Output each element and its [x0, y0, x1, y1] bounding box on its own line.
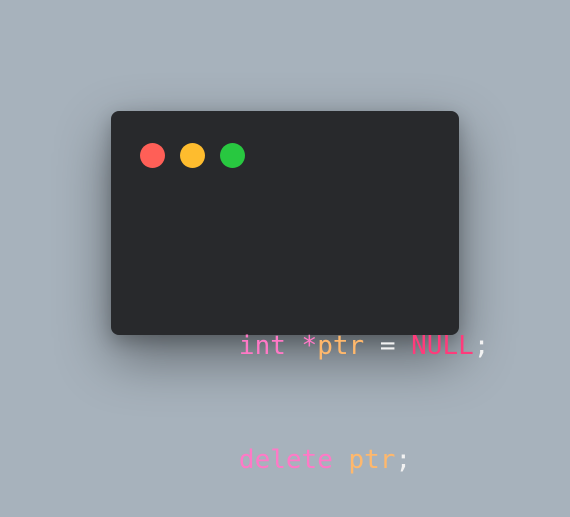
code-line-1: int *ptr = NULL; [145, 289, 490, 361]
code-block: int *ptr = NULL; delete ptr; [145, 213, 490, 517]
zoom-dot-icon[interactable] [220, 143, 245, 168]
close-dot-icon[interactable] [140, 143, 165, 168]
semicolon: ; [473, 331, 490, 361]
keyword-int: int [238, 331, 286, 361]
minimize-dot-icon[interactable] [180, 143, 205, 168]
pointer-operator: * [301, 331, 318, 361]
assignment-operator: = [379, 331, 396, 361]
null-literal: NULL [411, 331, 474, 361]
code-window: int *ptr = NULL; delete ptr; [111, 111, 489, 475]
keyword-delete: delete [238, 445, 333, 475]
code-line-2: delete ptr; [145, 403, 489, 475]
identifier-ptr: ptr [348, 445, 396, 475]
identifier-ptr: ptr [317, 331, 365, 361]
semicolon: ; [395, 445, 412, 475]
